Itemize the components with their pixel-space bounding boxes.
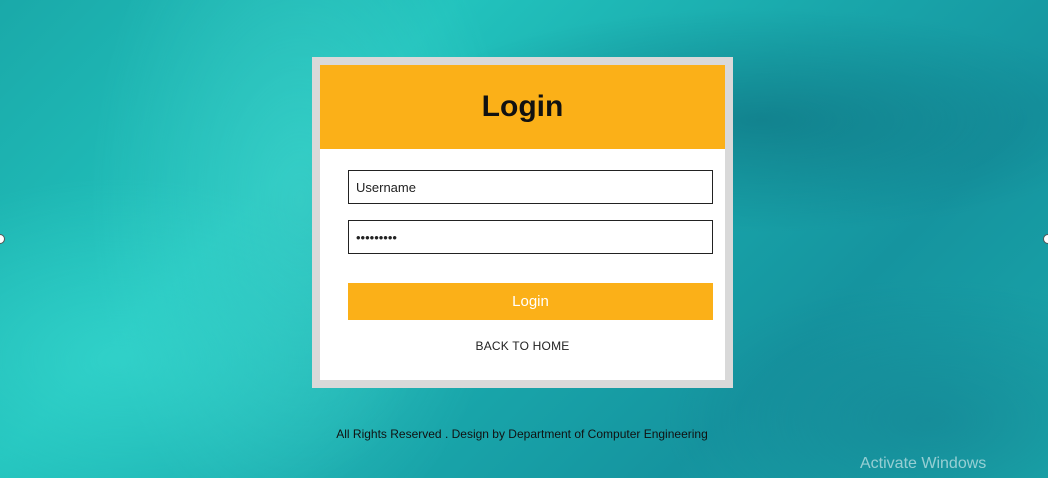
login-card: Login Login BACK TO HOME [320, 65, 725, 380]
back-to-home-link[interactable]: BACK TO HOME [320, 339, 725, 353]
login-header: Login [320, 65, 725, 149]
username-input[interactable] [348, 170, 713, 204]
page-title: Login [481, 90, 564, 123]
resize-handle-right[interactable] [1043, 234, 1048, 244]
resize-handle-left[interactable] [0, 234, 5, 244]
login-frame: Login Login BACK TO HOME [312, 57, 733, 388]
footer-text: All Rights Reserved . Design by Departme… [336, 427, 708, 441]
login-button[interactable]: Login [348, 283, 713, 320]
activate-windows-watermark: Activate Windows [860, 455, 987, 472]
password-input[interactable] [348, 220, 713, 254]
